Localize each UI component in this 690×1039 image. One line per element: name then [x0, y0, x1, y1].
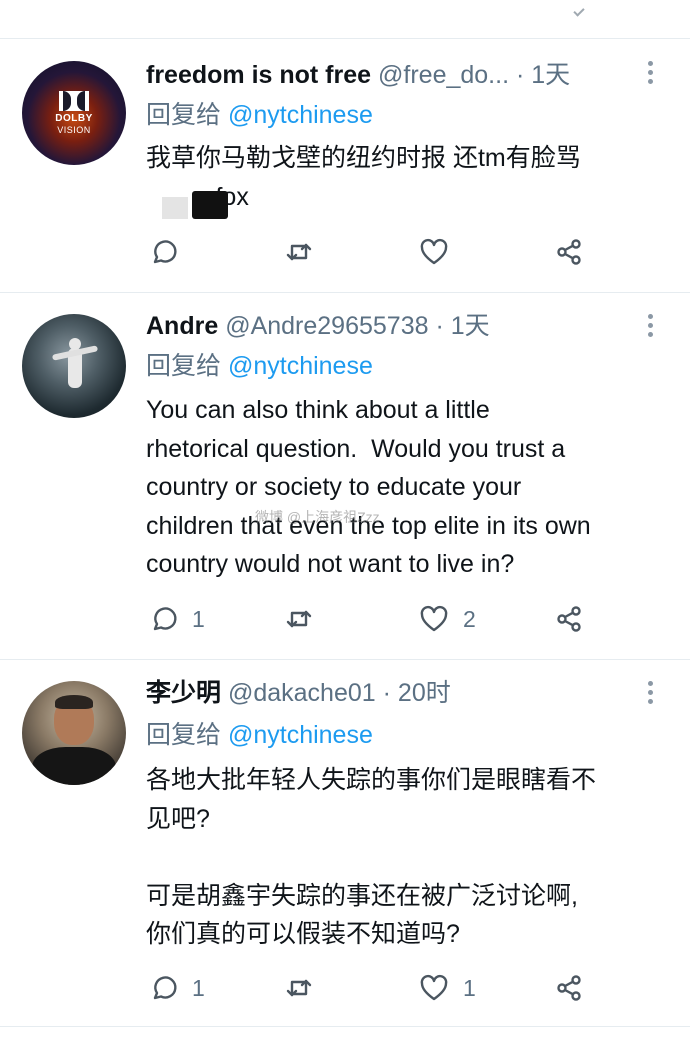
avatar-label: DOLBY	[55, 113, 93, 124]
more-options-icon[interactable]	[648, 61, 656, 84]
replying-label: 回复给	[146, 352, 222, 380]
avatar-shirt	[32, 747, 116, 785]
tweet-card[interactable]: 李少明 @dakache01 · 20时 回复给 @nytchinese 各地大…	[0, 659, 690, 1027]
reply-button[interactable]: 1	[148, 971, 205, 1005]
avatar-figure	[69, 338, 81, 350]
like-count: 1	[463, 974, 476, 1001]
reply-count: 1	[192, 605, 205, 632]
replying-to: 回复给 @nytchinese	[146, 99, 373, 131]
previous-tweet-edge	[0, 0, 690, 39]
tweet-card[interactable]: Andre @Andre29655738 · 1天 回复给 @nytchines…	[0, 292, 690, 660]
heart-icon	[420, 238, 448, 265]
user-handle[interactable]: @Andre29655738	[225, 312, 428, 340]
reply-icon	[153, 240, 177, 264]
share-button[interactable]	[554, 602, 584, 636]
tweet-card[interactable]: DOLBY VISION freedom is not free @free_d…	[0, 39, 690, 293]
like-count: 2	[463, 605, 476, 632]
like-button[interactable]	[419, 235, 463, 269]
reply-count: 1	[192, 974, 205, 1001]
share-icon	[557, 975, 581, 1001]
like-button[interactable]: 1	[419, 971, 476, 1005]
more-options-icon[interactable]	[648, 314, 656, 337]
like-button[interactable]: 2	[419, 602, 476, 636]
mention-link[interactable]: @nytchinese	[228, 721, 373, 749]
more-options-icon[interactable]	[648, 681, 656, 704]
replying-to: 回复给 @nytchinese	[146, 719, 373, 751]
share-icon	[557, 606, 581, 632]
heart-icon	[420, 605, 448, 632]
timestamp[interactable]: · 1天	[516, 61, 570, 89]
avatar-label: VISION	[57, 125, 91, 135]
reply-icon	[153, 607, 177, 631]
avatar[interactable]: DOLBY VISION	[22, 61, 126, 165]
heart-icon	[420, 974, 448, 1001]
retweet-icon	[286, 610, 312, 628]
tweet-header: 李少明 @dakache01 · 20时	[146, 677, 630, 709]
replying-label: 回复给	[146, 721, 222, 749]
retweet-button[interactable]	[284, 602, 314, 636]
chevron-down-icon[interactable]	[573, 5, 585, 17]
mention-link[interactable]: @nytchinese	[228, 352, 373, 380]
avatar-hair	[55, 695, 93, 709]
display-name[interactable]: Andre	[146, 312, 218, 340]
tweet-header: freedom is not free @free_do... · 1天	[146, 59, 630, 91]
display-name[interactable]: 李少明	[146, 679, 221, 707]
tweet-text: 各地大批年轻人失踪的事你们是眼瞎看不 见吧? 可是胡鑫宇失踪的事还在被广泛讨论啊…	[146, 766, 597, 948]
tweet-text: You can also think about a little rhetor…	[146, 396, 591, 578]
tweet-header: Andre @Andre29655738 · 1天	[146, 310, 630, 342]
mention-link[interactable]: @nytchinese	[228, 101, 373, 129]
user-handle[interactable]: @dakache01	[228, 679, 376, 707]
retweet-button[interactable]	[284, 971, 314, 1005]
blur-mark	[162, 197, 188, 219]
reply-button[interactable]: 1	[148, 602, 205, 636]
tweet-actions	[148, 235, 628, 269]
watermark: 微博 @上海彦祖Zzz	[255, 509, 380, 525]
display-name[interactable]: freedom is not free	[146, 61, 371, 89]
reply-icon	[153, 976, 177, 1000]
user-handle[interactable]: @free_do...	[378, 61, 509, 89]
retweet-button[interactable]	[284, 235, 314, 269]
avatar[interactable]	[22, 314, 126, 418]
avatar[interactable]	[22, 681, 126, 785]
retweet-icon	[286, 243, 312, 261]
replying-to: 回复给 @nytchinese	[146, 350, 373, 382]
share-button[interactable]	[554, 971, 584, 1005]
redaction-mark	[192, 191, 228, 219]
replying-label: 回复给	[146, 101, 222, 129]
tweet-actions: 1 1	[148, 971, 628, 1005]
share-icon	[557, 239, 581, 265]
reply-button[interactable]	[148, 235, 192, 269]
share-button[interactable]	[554, 235, 584, 269]
tweet-actions: 1 2	[148, 602, 628, 636]
timestamp[interactable]: · 20时	[383, 679, 451, 707]
dolby-logo-icon	[59, 91, 89, 111]
retweet-icon	[286, 979, 312, 997]
timestamp[interactable]: · 1天	[435, 312, 489, 340]
